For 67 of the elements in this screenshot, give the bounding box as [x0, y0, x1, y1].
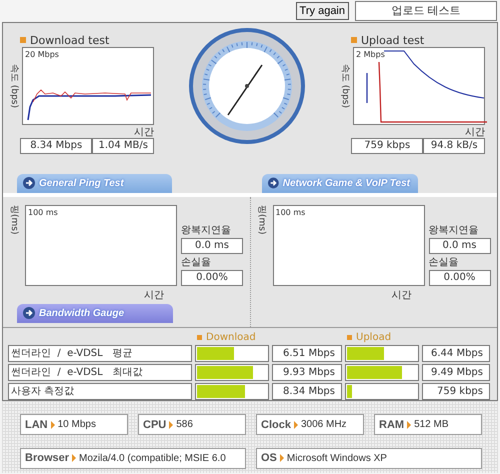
bytes-value: 1.04 MB/s [92, 138, 154, 154]
rate-value: 8.34 Mbps [20, 138, 92, 154]
pointer-icon [294, 420, 298, 428]
info-value: 512 MB [414, 419, 449, 430]
latency-value: 0.0 ms [181, 238, 243, 254]
column-header: Upload [356, 332, 392, 343]
axis-label: 시간 [134, 126, 154, 137]
section-tab[interactable]: General Ping Test [17, 174, 172, 193]
pointer-icon [407, 420, 412, 428]
info-value: Microsoft Windows XP [286, 452, 387, 464]
axis-label: 시간 [392, 288, 412, 302]
info-label: Browser [25, 452, 70, 464]
arrow-icon [23, 177, 35, 190]
speed-value: 9.49 Mbps [422, 364, 490, 381]
max-label: 2 Mbps [356, 50, 385, 59]
axis-label: 핑(ms) [256, 204, 268, 236]
max-label: 100 ms [28, 208, 58, 217]
axis-label: 시간 [465, 126, 485, 137]
bullet-icon [197, 335, 202, 340]
latency-value: 0.0 ms [428, 238, 490, 254]
info-value: Mozila/4.0 (compatible; MSIE 6.0 [79, 452, 226, 464]
bullet-icon [351, 37, 357, 43]
speed-value: 8.34 Mbps [272, 383, 342, 400]
info-value: 3006 MHz [300, 419, 347, 430]
info-label: LAN [25, 418, 48, 430]
test-heading: Upload test [361, 34, 424, 46]
row-label: 썬더라인 / e-VDSL 최대값 [8, 364, 192, 381]
max-label: 20 Mbps [25, 50, 59, 59]
loss-value: 0.00% [181, 270, 243, 286]
section-tab[interactable]: Bandwidth Gauge [17, 304, 173, 323]
column-header: Download [206, 332, 256, 343]
speed-value: 6.51 Mbps [272, 345, 342, 362]
max-label: 100 ms [276, 208, 306, 217]
pointer-icon [50, 420, 55, 428]
try-again-button[interactable]: Try again [296, 2, 349, 20]
info-label: Clock [261, 418, 291, 430]
axis-label: 핑(ms) [8, 204, 20, 236]
pointer-icon [280, 454, 284, 462]
axis-label: 시간 [144, 288, 165, 302]
row-label: 사용자 측정값 [8, 383, 192, 400]
test-heading: Download test [30, 34, 110, 46]
section-tab[interactable]: Network Game & VoIP Test [262, 174, 418, 193]
speed-value: 9.93 Mbps [272, 364, 342, 381]
test-title: 업로드 테스트 [355, 1, 497, 21]
bytes-value: 94.8 kB/s [423, 138, 485, 154]
arrow-icon [268, 177, 279, 190]
bullet-icon [20, 37, 26, 43]
loss-value: 0.00% [428, 270, 490, 286]
speed-value: 759 kbps [422, 383, 490, 400]
rate-value: 759 kbps [351, 138, 424, 154]
arrow-icon [23, 307, 35, 320]
latency-label: 왕복지연율 [181, 224, 232, 237]
loss-label: 손실율 [428, 256, 460, 269]
pointer-icon [72, 454, 76, 462]
speed-value: 6.44 Mbps [422, 345, 490, 362]
info-label: OS [261, 452, 277, 464]
axis-label: 속도 (bps) [8, 63, 20, 110]
row-label: 썬더라인 / e-VDSL 평균 [8, 345, 192, 362]
pointer-icon [169, 420, 174, 428]
info-value: 10 Mbps [58, 419, 96, 430]
info-label: RAM [379, 418, 404, 430]
info-label: CPU [143, 418, 166, 430]
info-value: 586 [176, 419, 193, 430]
latency-label: 왕복지연율 [428, 224, 480, 237]
bullet-icon [347, 335, 352, 340]
axis-label: 속도 (bps) [339, 63, 351, 110]
loss-label: 손실율 [181, 256, 212, 269]
